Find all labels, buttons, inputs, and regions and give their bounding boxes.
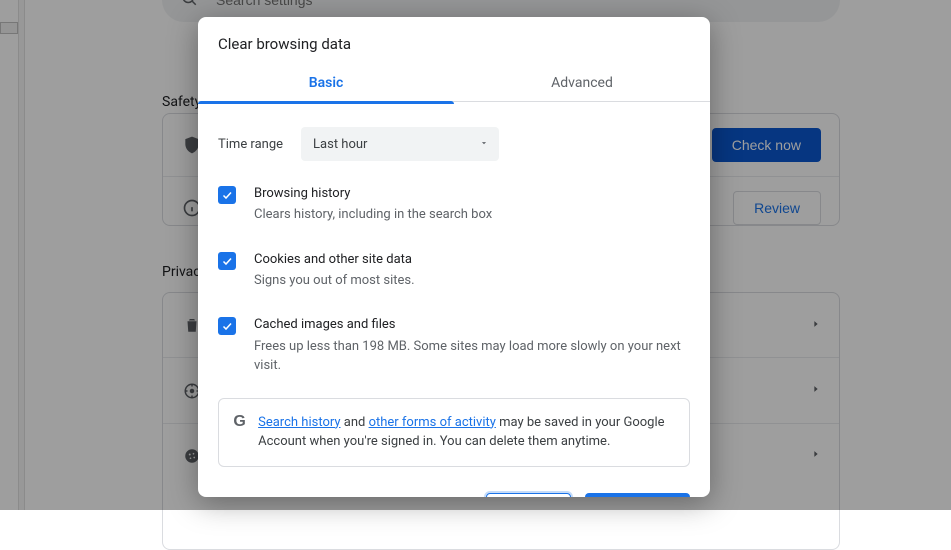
option-cookies: Cookies and other site data Signs you ou…: [218, 243, 690, 309]
option-history-sub: Clears history, including in the search …: [254, 205, 492, 225]
cancel-button[interactable]: Cancel: [486, 493, 572, 497]
option-cookies-sub: Signs you out of most sites.: [254, 271, 415, 291]
dialog-body: Time range Last hour Browsing history Cl…: [198, 105, 710, 497]
clear-data-button[interactable]: Clear data: [585, 493, 690, 497]
link-search-history[interactable]: Search history: [258, 415, 340, 430]
time-range-select[interactable]: Last hour: [301, 127, 499, 161]
tab-advanced[interactable]: Advanced: [454, 65, 710, 101]
checkbox-browsing-history[interactable]: [218, 186, 236, 204]
google-icon: G: [233, 413, 246, 452]
option-history-title: Browsing history: [254, 185, 492, 203]
clear-browsing-data-dialog: Clear browsing data Basic Advanced Time …: [198, 17, 710, 497]
google-account-note: G Search history and other forms of acti…: [218, 398, 690, 467]
tab-underline: [198, 101, 454, 104]
option-cookies-title: Cookies and other site data: [254, 251, 415, 269]
time-range-label: Time range: [218, 137, 283, 152]
checkbox-cache[interactable]: [218, 317, 236, 335]
dialog-actions: Cancel Clear data: [218, 467, 690, 497]
dialog-title: Clear browsing data: [198, 17, 710, 65]
option-cache-title: Cached images and files: [254, 316, 690, 334]
chevron-down-icon: [479, 137, 489, 152]
checkbox-cookies[interactable]: [218, 252, 236, 270]
tab-basic[interactable]: Basic: [198, 65, 454, 101]
note-mid: and: [341, 415, 369, 430]
option-browsing-history: Browsing history Clears history, includi…: [218, 177, 690, 243]
option-cache-sub: Frees up less than 198 MB. Some sites ma…: [254, 337, 690, 376]
time-range-value: Last hour: [313, 137, 367, 152]
dialog-tabs: Basic Advanced: [198, 65, 710, 102]
link-other-activity[interactable]: other forms of activity: [369, 415, 496, 430]
option-cache: Cached images and files Frees up less th…: [218, 308, 690, 393]
time-range-row: Time range Last hour: [218, 117, 690, 177]
note-text: Search history and other forms of activi…: [258, 413, 675, 452]
